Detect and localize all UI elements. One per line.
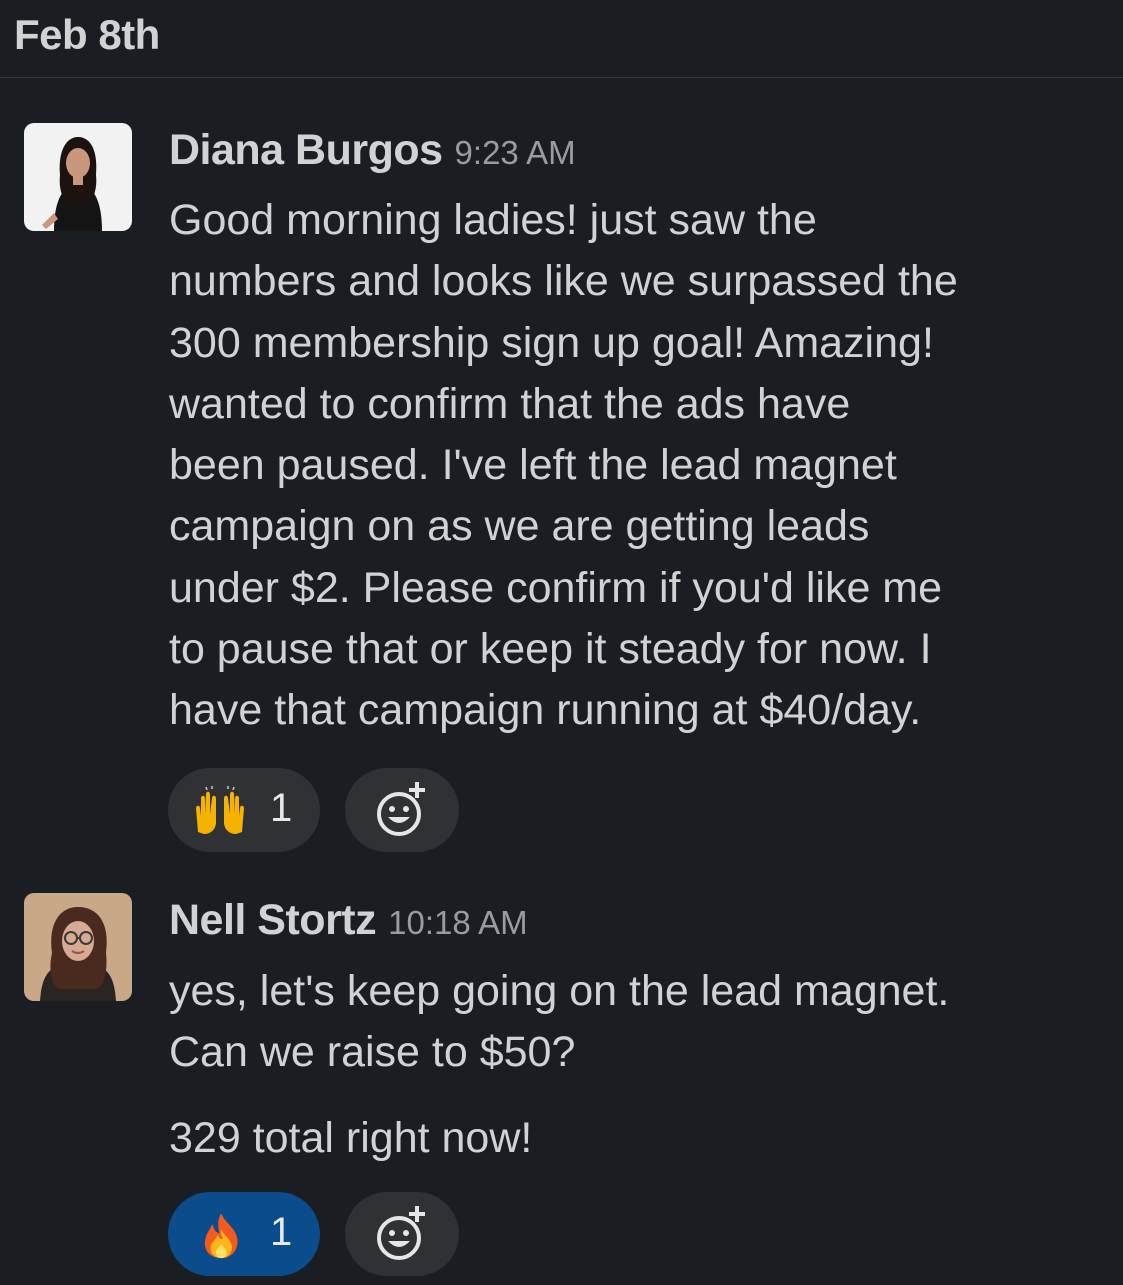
message-line: 300 membership sign up goal! Amazing!: [169, 318, 934, 367]
sender-name[interactable]: Nell Stortz: [169, 896, 377, 944]
raised-hands-icon: [196, 786, 244, 834]
message-body-paragraph: 329 total right now!: [169, 1108, 1099, 1169]
sender-name[interactable]: Diana Burgos: [169, 126, 443, 174]
day-divider-label[interactable]: Feb 8th: [14, 11, 160, 59]
message-header: Nell Stortz 10:18 AM: [169, 896, 528, 945]
timestamp[interactable]: 9:23 AM: [455, 134, 576, 171]
message-line: wanted to confirm that the ads have: [169, 379, 851, 428]
message-body: Good morning ladies! just saw the number…: [169, 190, 1099, 742]
message-line: have that campaign running at $40/day.: [169, 686, 922, 735]
reaction-pill[interactable]: 1: [168, 768, 320, 852]
message-line: been paused. I've left the lead magnet: [169, 441, 897, 490]
message-header: Diana Burgos 9:23 AM: [169, 126, 576, 175]
avatar[interactable]: [24, 893, 132, 1001]
reaction-count: 1: [270, 786, 293, 830]
message-line: Can we raise to $50?: [169, 1028, 576, 1077]
add-reaction-button[interactable]: [345, 1192, 459, 1276]
timestamp[interactable]: 10:18 AM: [388, 904, 527, 941]
message-line: yes, let's keep going on the lead magnet…: [169, 967, 950, 1015]
message-line: Good morning ladies! just saw the: [169, 196, 817, 244]
message-body: yes, let's keep going on the lead magnet…: [169, 961, 1099, 1084]
message-line: under $2. Please confirm if you'd like m…: [169, 563, 943, 612]
reaction-count: 1: [270, 1210, 293, 1254]
add-reaction-button[interactable]: [345, 768, 459, 852]
fire-icon: [204, 1213, 238, 1259]
day-divider: Feb 8th: [0, 0, 1123, 78]
add-emoji-icon: [377, 782, 425, 836]
message-line: 329 total right now!: [169, 1114, 533, 1162]
avatar[interactable]: [24, 123, 132, 231]
message-line: campaign on as we are getting leads: [169, 502, 870, 551]
add-emoji-icon: [377, 1206, 425, 1260]
reaction-pill-active[interactable]: 1: [168, 1192, 320, 1276]
message-line: numbers and looks like we surpassed the: [169, 257, 958, 306]
message-pane: Feb 8th Diana Burgos 9:23 AM Good morning…: [0, 0, 1123, 1285]
message-line: to pause that or keep it steady for now.…: [169, 625, 932, 674]
